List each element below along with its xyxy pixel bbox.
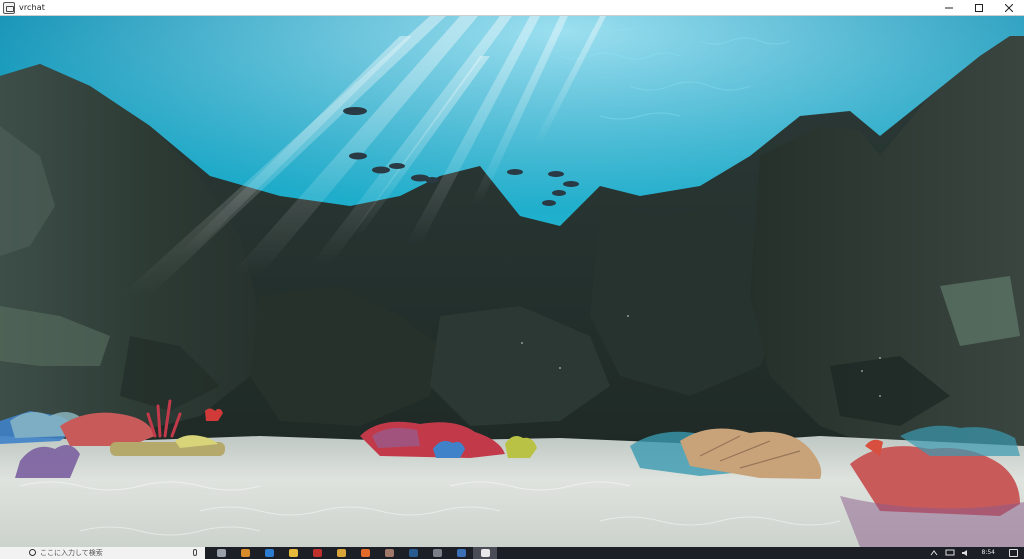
volume-icon[interactable] <box>961 549 971 557</box>
chevron-up-icon[interactable] <box>929 549 939 557</box>
vrchat-icon <box>480 549 490 557</box>
clock[interactable]: 8:54 <box>982 547 995 559</box>
taskbar-app-firefox[interactable] <box>353 547 377 559</box>
game-viewport[interactable] <box>0 16 1024 547</box>
minimize-button[interactable] <box>934 0 964 16</box>
taskbar-app-store[interactable] <box>233 547 257 559</box>
taskbar-app-edge[interactable] <box>257 547 281 559</box>
close-icon <box>1005 3 1013 12</box>
maximize-icon <box>975 3 983 12</box>
store-icon <box>240 549 250 557</box>
system-tray: 8:54 <box>926 547 1024 559</box>
taskbar-app-photos[interactable] <box>377 547 401 559</box>
taskbar-app-task-view[interactable] <box>209 547 233 559</box>
taskbar-app-app-red[interactable] <box>305 547 329 559</box>
window-controls <box>934 0 1024 16</box>
taskbar-app-app-gray[interactable] <box>425 547 449 559</box>
windows-taskbar: ここに入力して検索 8:54 <box>0 547 1024 559</box>
app-gray-icon <box>432 549 442 557</box>
minimize-icon <box>945 7 953 8</box>
taskbar-app-app-blue[interactable] <box>449 547 473 559</box>
taskbar-app-vrchat[interactable] <box>473 547 497 559</box>
edge-icon <box>264 549 274 557</box>
search-placeholder: ここに入力して検索 <box>40 549 103 557</box>
task-view-icon <box>216 549 226 557</box>
search-icon <box>29 549 36 556</box>
close-button[interactable] <box>994 0 1024 16</box>
window-title: vrchat <box>19 3 45 12</box>
notifications-icon[interactable] <box>1009 549 1018 557</box>
photos-icon <box>384 549 394 557</box>
vrchat-app-icon <box>3 1 15 14</box>
taskbar-search[interactable]: ここに入力して検索 <box>0 547 205 559</box>
taskbar-app-folder[interactable] <box>281 547 305 559</box>
microphone-icon[interactable] <box>193 549 197 556</box>
maximize-button[interactable] <box>964 0 994 16</box>
app-red-icon <box>312 549 322 557</box>
steam-icon <box>408 549 418 557</box>
firefox-icon <box>360 549 370 557</box>
taskbar-apps <box>209 547 497 559</box>
window-titlebar: vrchat <box>0 0 1024 16</box>
underwater-scene <box>0 16 1024 547</box>
app-blue-icon <box>456 549 466 557</box>
folder-icon <box>288 549 298 557</box>
chrome-icon <box>336 549 346 557</box>
taskbar-app-chrome[interactable] <box>329 547 353 559</box>
taskbar-app-steam[interactable] <box>401 547 425 559</box>
network-icon[interactable] <box>945 549 955 557</box>
